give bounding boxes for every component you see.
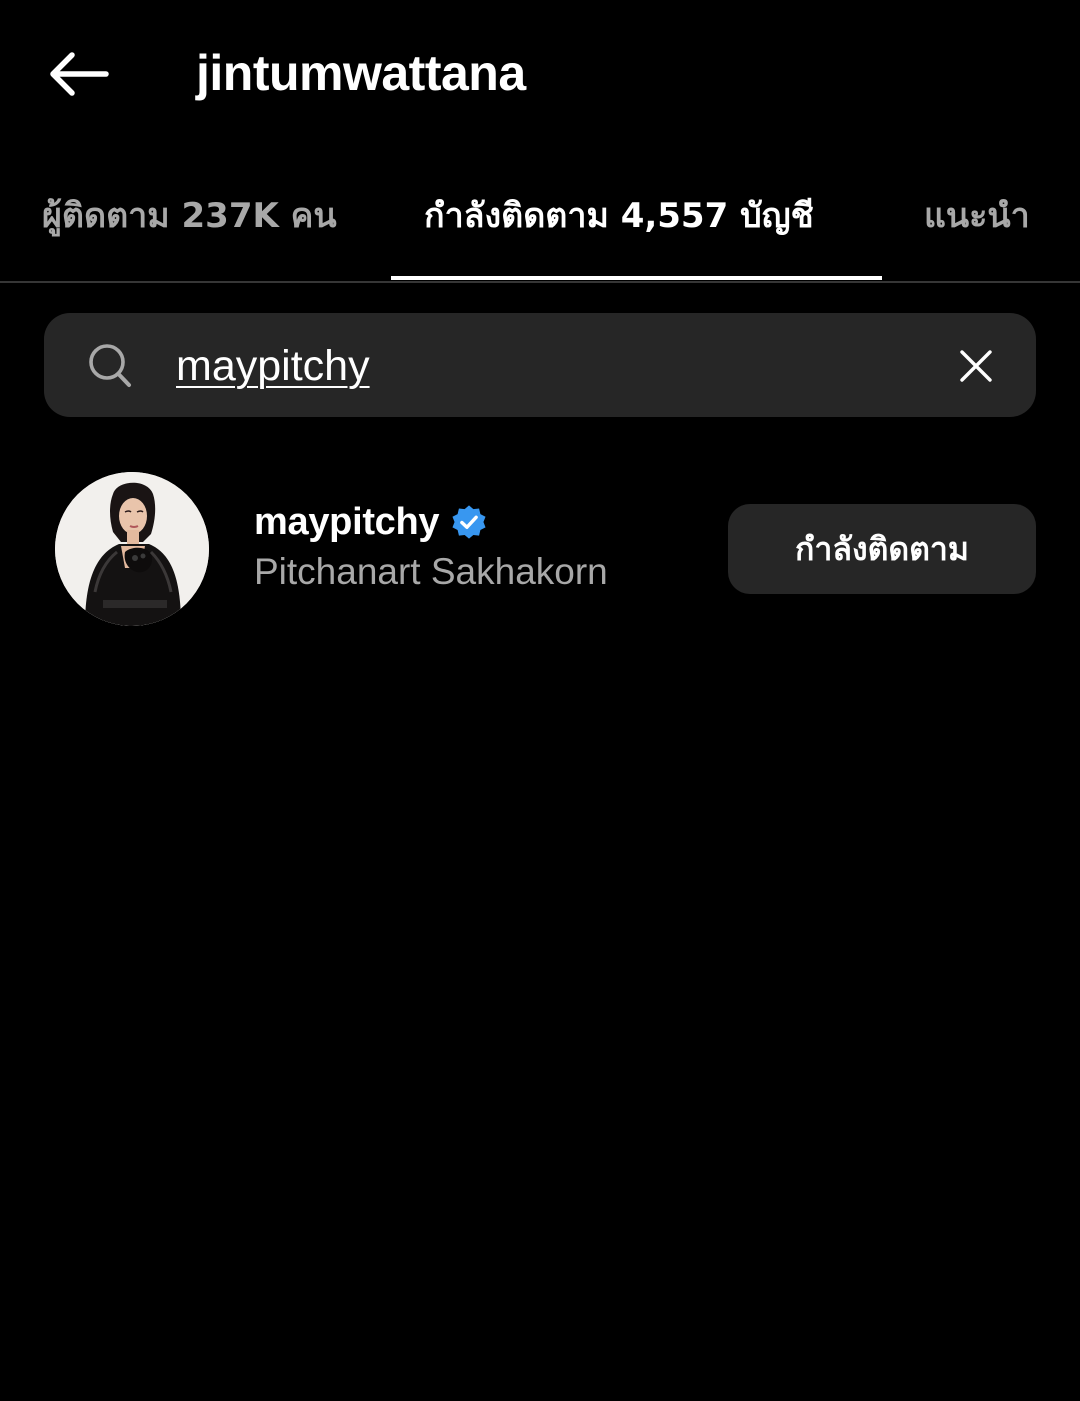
tab-bar: ผู้ติดตาม 237K คน กำลังติดตาม 4,557 บัญช… [0,168,1080,282]
username-line: maypitchy [254,494,488,550]
tabs-divider [0,281,1080,283]
search-input[interactable]: maypitchy [176,326,370,406]
close-icon [960,350,992,382]
page-title: jintumwattana [196,45,526,101]
following-button[interactable]: กำลังติดตาม [728,504,1036,594]
full-name: Pitchanart Sakhakorn [254,551,608,592]
search-icon [89,344,131,387]
tab-suggested[interactable]: แนะนำ [924,168,1030,264]
clear-search-button[interactable] [948,338,1004,394]
tab-following[interactable]: กำลังติดตาม 4,557 บัญชี [424,168,814,264]
username: maypitchy [254,500,440,543]
verified-badge-icon [452,505,486,539]
avatar[interactable] [55,472,209,626]
profile-photo [55,472,209,626]
arrow-left-icon [50,52,109,96]
tab-followers[interactable]: ผู้ติดตาม 237K คน [42,168,337,264]
back-button[interactable] [40,40,116,108]
active-tab-indicator [391,276,882,280]
